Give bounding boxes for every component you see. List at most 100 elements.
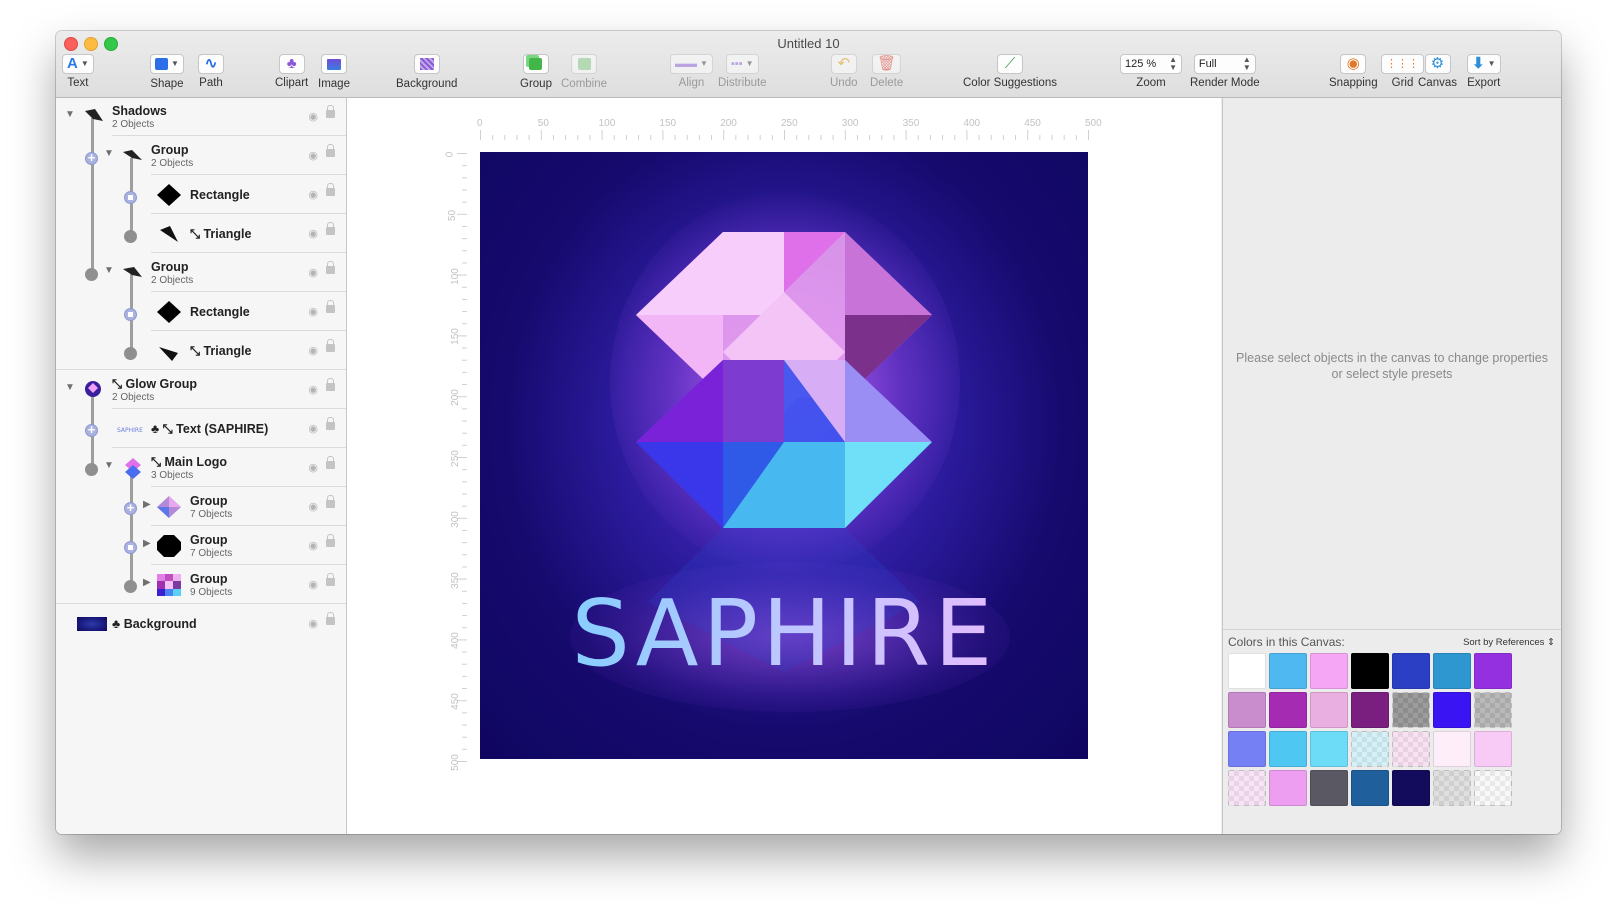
layer-row[interactable]: ▼ Group 2 Objects ◉ — [56, 254, 346, 292]
color-swatch[interactable] — [1474, 731, 1512, 767]
combine-button[interactable]: Combine — [561, 54, 607, 90]
disclosure-closed-icon[interactable]: ▶ — [143, 577, 151, 588]
color-swatch[interactable] — [1474, 692, 1512, 728]
image-tool[interactable]: Image — [318, 54, 350, 90]
lock-icon[interactable] — [326, 495, 335, 508]
layer-row[interactable]: ▶ Group 9 Objects ◉ — [56, 566, 346, 604]
color-swatch[interactable] — [1269, 770, 1307, 806]
lock-icon[interactable] — [326, 573, 335, 586]
disclosure-open-icon[interactable]: ▼ — [104, 460, 114, 471]
lock-icon[interactable] — [326, 261, 335, 274]
lock-icon[interactable] — [326, 417, 335, 430]
lock-icon[interactable] — [326, 105, 335, 118]
visibility-eye-icon[interactable]: ◉ — [308, 188, 318, 201]
align-button[interactable]: ▬▬ ▼ Align — [670, 54, 713, 89]
layer-row[interactable]: SAPHIRE ♣ ⤡ Text (SAPHIRE) ◉ — [56, 410, 346, 448]
path-tool[interactable]: ∿ Path — [198, 54, 224, 89]
visibility-eye-icon[interactable]: ◉ — [308, 617, 318, 630]
zoom-control[interactable]: 125 % ▲ ▼ Zoom — [1120, 54, 1182, 89]
visibility-eye-icon[interactable]: ◉ — [308, 305, 318, 318]
snapping-toggle[interactable]: ◉ Snapping — [1329, 54, 1378, 89]
layer-row[interactable]: Rectangle ◉ — [56, 293, 346, 331]
clipart-tool[interactable]: ♣ Clipart — [275, 54, 308, 89]
color-swatch[interactable] — [1433, 692, 1471, 728]
render-mode-control[interactable]: Full ▲ ▼ Render Mode — [1190, 54, 1260, 89]
layer-row[interactable]: ▼ Group 2 Objects ◉ — [56, 137, 346, 175]
color-swatch[interactable] — [1228, 653, 1266, 689]
lock-icon[interactable] — [326, 183, 335, 196]
color-swatch[interactable] — [1433, 770, 1471, 806]
zoom-stepper[interactable]: 125 % ▲ ▼ — [1120, 54, 1182, 74]
color-swatch[interactable] — [1474, 770, 1512, 806]
canvas-settings-button[interactable]: ⚙ Canvas — [1418, 54, 1457, 89]
disclosure-closed-icon[interactable]: ▶ — [143, 499, 151, 510]
group-button[interactable]: Group — [520, 54, 552, 90]
visibility-eye-icon[interactable]: ◉ — [308, 383, 318, 396]
delete-button[interactable]: 🗑 Delete — [870, 54, 903, 89]
layer-row[interactable]: ▼ ⤡ Main Logo 3 Objects ◉ — [56, 449, 346, 487]
text-tool[interactable]: A ▼ Text — [62, 54, 94, 89]
shape-tool[interactable]: ▼ Shape — [150, 54, 184, 90]
color-swatch[interactable] — [1351, 731, 1389, 767]
artwork-title-text[interactable]: SAPHIRE — [480, 584, 1088, 684]
render-mode-select[interactable]: Full ▲ ▼ — [1193, 54, 1256, 74]
layer-row[interactable]: Rectangle ◉ — [56, 176, 346, 214]
color-swatch[interactable] — [1310, 692, 1348, 728]
color-swatch[interactable] — [1392, 731, 1430, 767]
canvas-area[interactable]: 0 50 100 150 200 250 300 350 400 450 500 0 50 100 150… — [347, 98, 1221, 834]
color-swatch[interactable] — [1228, 692, 1266, 728]
color-swatch[interactable] — [1228, 731, 1266, 767]
lock-icon[interactable] — [326, 534, 335, 547]
lock-icon[interactable] — [326, 144, 335, 157]
distribute-button[interactable]: ▪▪▪ ▼ Distribute — [718, 54, 767, 89]
visibility-eye-icon[interactable]: ◉ — [308, 422, 318, 435]
color-swatch[interactable] — [1433, 731, 1471, 767]
color-swatch[interactable] — [1351, 653, 1389, 689]
disclosure-open-icon[interactable]: ▼ — [65, 109, 75, 120]
background-tool[interactable]: Background — [396, 54, 457, 90]
color-swatch[interactable] — [1228, 770, 1266, 806]
disclosure-open-icon[interactable]: ▼ — [104, 148, 114, 159]
layer-row[interactable]: ▶ Group 7 Objects ◉ — [56, 488, 346, 526]
color-swatch[interactable] — [1392, 770, 1430, 806]
undo-button[interactable]: ↶ Undo — [830, 54, 858, 89]
color-swatch[interactable] — [1269, 653, 1307, 689]
layer-row[interactable]: ▼ Shadows 2 Objects ◉ — [56, 98, 346, 136]
visibility-eye-icon[interactable]: ◉ — [308, 500, 318, 513]
artboard[interactable]: SAPHIRE — [480, 152, 1088, 759]
disclosure-open-icon[interactable]: ▼ — [65, 382, 75, 393]
lock-icon[interactable] — [326, 456, 335, 469]
lock-icon[interactable] — [326, 378, 335, 391]
disclosure-closed-icon[interactable]: ▶ — [143, 538, 151, 549]
layer-row[interactable]: ⤡ Triangle ◉ — [56, 332, 346, 370]
visibility-eye-icon[interactable]: ◉ — [308, 461, 318, 474]
color-swatch[interactable] — [1351, 770, 1389, 806]
lock-icon[interactable] — [326, 339, 335, 352]
color-swatch[interactable] — [1310, 770, 1348, 806]
visibility-eye-icon[interactable]: ◉ — [308, 344, 318, 357]
sort-select[interactable]: Sort by References ⇕ — [1463, 637, 1555, 648]
color-swatch[interactable] — [1433, 653, 1471, 689]
lock-icon[interactable] — [326, 222, 335, 235]
layer-row[interactable]: ▼ ⤡ Glow Group 2 Objects ◉ — [56, 371, 346, 409]
visibility-eye-icon[interactable]: ◉ — [308, 578, 318, 591]
visibility-eye-icon[interactable]: ◉ — [308, 110, 318, 123]
color-swatch[interactable] — [1351, 692, 1389, 728]
color-swatch[interactable] — [1474, 653, 1512, 689]
layer-row[interactable]: ⤡ Triangle ◉ — [56, 215, 346, 253]
color-suggestions-button[interactable]: ⟋ Color Suggestions — [963, 54, 1057, 89]
color-swatch[interactable] — [1310, 653, 1348, 689]
color-swatch[interactable] — [1269, 731, 1307, 767]
color-swatch[interactable] — [1269, 692, 1307, 728]
layer-row[interactable]: ▶ Group 7 Objects ◉ — [56, 527, 346, 565]
lock-icon[interactable] — [326, 612, 335, 625]
color-swatch[interactable] — [1310, 731, 1348, 767]
visibility-eye-icon[interactable]: ◉ — [308, 227, 318, 240]
visibility-eye-icon[interactable]: ◉ — [308, 149, 318, 162]
disclosure-open-icon[interactable]: ▼ — [104, 265, 114, 276]
color-swatch[interactable] — [1392, 692, 1430, 728]
visibility-eye-icon[interactable]: ◉ — [308, 539, 318, 552]
export-button[interactable]: ⬇ ▼ Export — [1467, 54, 1501, 89]
visibility-eye-icon[interactable]: ◉ — [308, 266, 318, 279]
layer-row[interactable]: ♣ Background ◉ — [56, 605, 346, 643]
